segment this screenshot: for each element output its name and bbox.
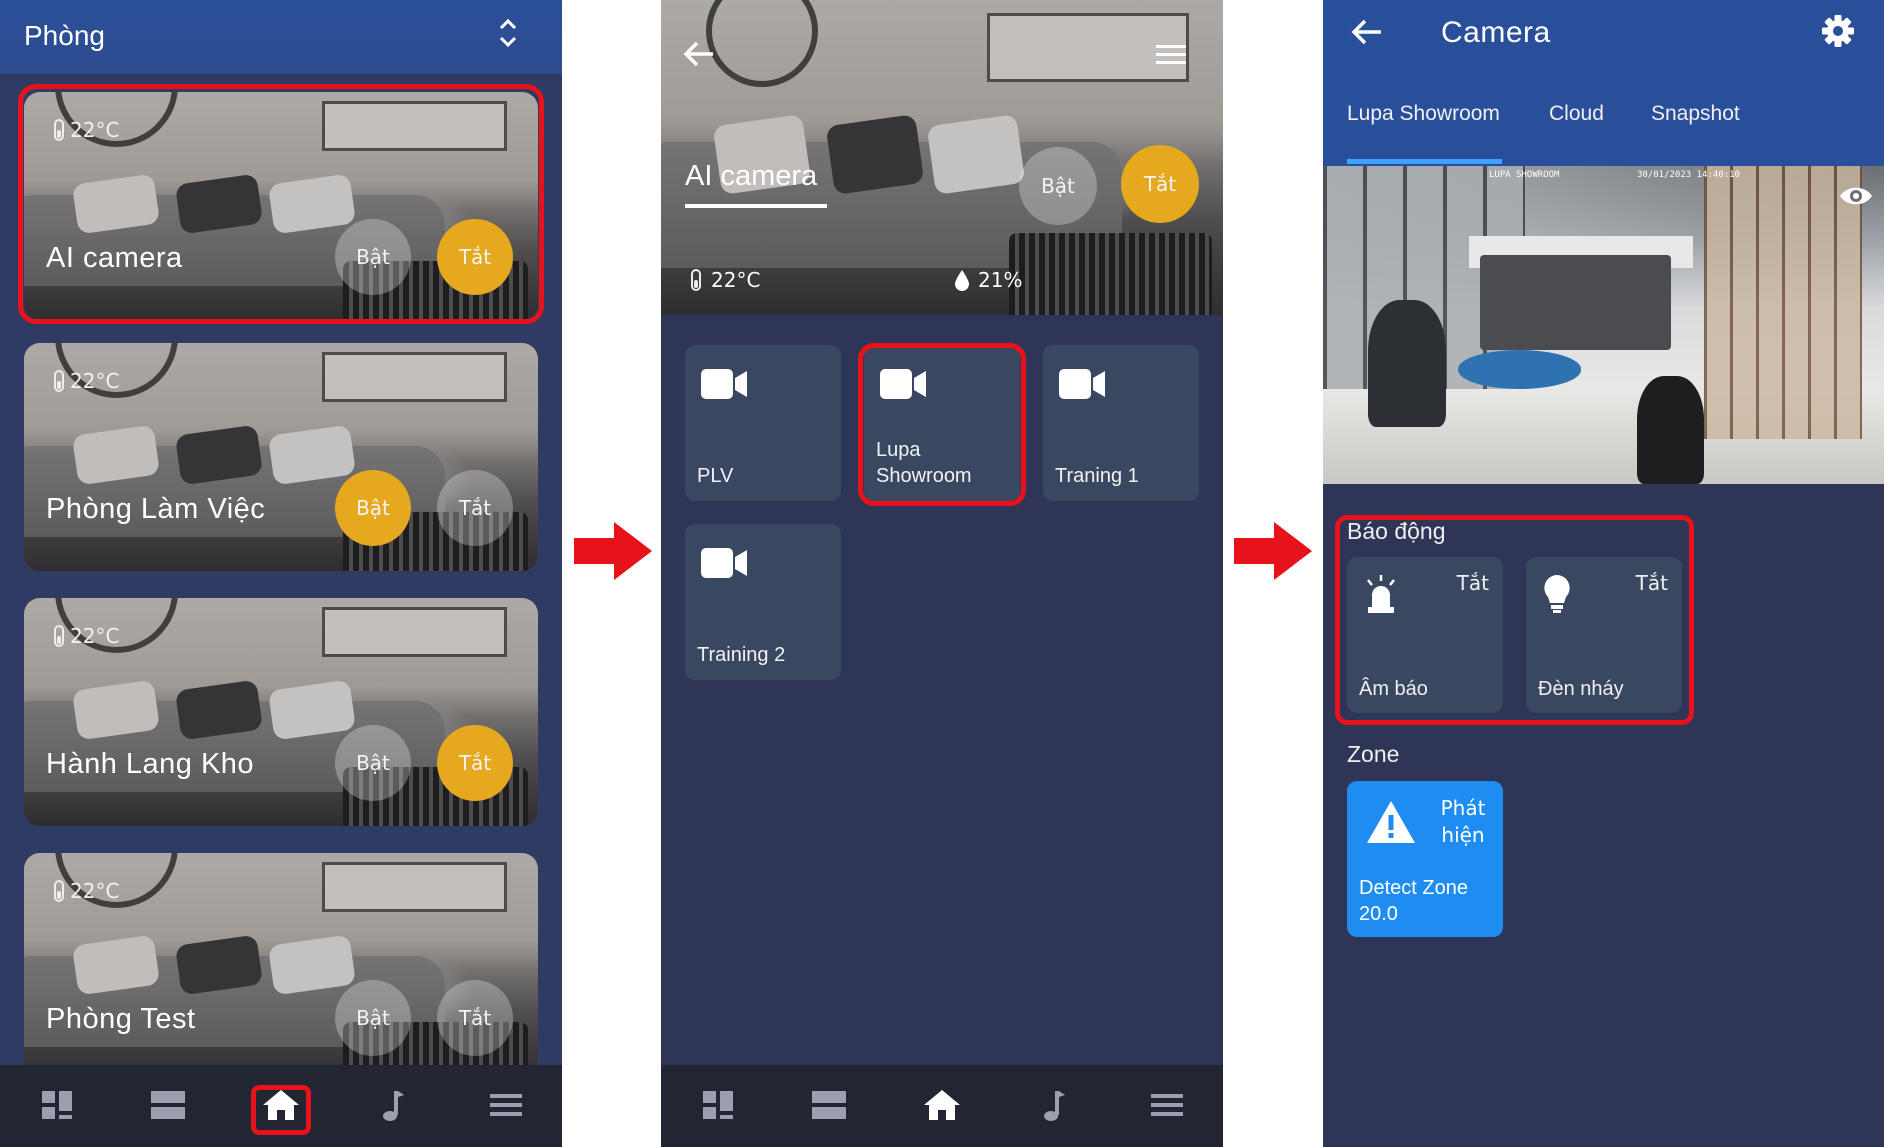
gear-icon[interactable] xyxy=(1821,14,1855,48)
rooms-header: Phòng xyxy=(0,0,562,74)
turn-off-button[interactable]: Tắt xyxy=(437,725,513,801)
turn-on-button[interactable]: Bật xyxy=(1019,147,1097,225)
thermometer-icon xyxy=(54,625,64,647)
eye-icon[interactable] xyxy=(1839,184,1873,208)
video-camera-icon xyxy=(1059,369,1105,399)
tab-cloud[interactable]: Cloud xyxy=(1549,102,1604,126)
thermometer-icon xyxy=(54,880,64,902)
zone-tile-detect-zone[interactable]: Phát hiện Detect Zone 20.0 xyxy=(1347,781,1503,937)
room-humidity: 21% xyxy=(954,268,1022,292)
sort-icon[interactable] xyxy=(497,16,519,50)
room-card-phong-lam-viec[interactable]: 22°C Phòng Làm Việc Bật Tắt xyxy=(24,343,538,571)
feed-camera-label: LUPA SHOWROOM xyxy=(1489,170,1560,180)
menu-icon[interactable] xyxy=(486,1087,526,1123)
camera-screen: Camera Lupa Showroom Cloud Snapshot LUPA… xyxy=(1323,0,1884,1147)
room-temperature: 22°C xyxy=(54,118,119,142)
alarm-name: Đèn nháy xyxy=(1538,678,1624,700)
turn-on-button[interactable]: Bật xyxy=(335,470,411,546)
room-temperature: 22°C xyxy=(691,268,760,292)
camera-tile-training-2[interactable]: Training 2 xyxy=(685,524,841,680)
video-camera-icon xyxy=(701,369,747,399)
alarm-section-title: Báo động xyxy=(1347,518,1446,544)
camera-name: Lupa Showroom xyxy=(876,439,972,487)
turn-off-button[interactable]: Tắt xyxy=(437,470,513,546)
alarm-state: Tắt xyxy=(1635,571,1668,595)
warning-icon xyxy=(1367,801,1415,843)
bottom-nav xyxy=(661,1065,1223,1147)
turn-off-button[interactable]: Tắt xyxy=(437,980,513,1056)
page-title: Phòng xyxy=(24,20,105,51)
room-card-hanh-lang-kho[interactable]: 22°C Hành Lang Kho Bật Tắt xyxy=(24,598,538,826)
alarm-name: Âm báo xyxy=(1359,678,1428,700)
turn-on-button[interactable]: Bật xyxy=(335,219,411,295)
home-icon[interactable] xyxy=(261,1087,301,1123)
turn-off-button[interactable]: Tắt xyxy=(1121,145,1199,223)
back-arrow-icon[interactable] xyxy=(683,40,715,68)
list-icon[interactable] xyxy=(809,1087,849,1123)
home-icon[interactable] xyxy=(922,1087,962,1123)
droplet-icon xyxy=(955,270,969,291)
video-camera-icon xyxy=(880,369,926,399)
turn-on-button[interactable]: Bật xyxy=(335,725,411,801)
music-icon[interactable] xyxy=(373,1087,413,1123)
thermometer-icon xyxy=(54,119,64,141)
bulb-icon xyxy=(1544,575,1570,613)
camera-header: Camera Lupa Showroom Cloud Snapshot xyxy=(1323,0,1884,166)
room-detail-screen: AI camera Bật Tắt 22°C 21% PLV Lupa Show… xyxy=(661,0,1223,1147)
siren-icon xyxy=(1367,575,1395,613)
room-name: AI camera xyxy=(685,160,818,192)
list-icon[interactable] xyxy=(148,1087,188,1123)
thermometer-icon xyxy=(691,269,701,291)
room-name: Hành Lang Kho xyxy=(46,748,255,780)
flow-arrow-icon xyxy=(574,522,652,580)
zone-name: Detect Zone 20.0 xyxy=(1359,877,1468,925)
dashboard-icon[interactable] xyxy=(698,1087,738,1123)
dashboard-icon[interactable] xyxy=(37,1087,77,1123)
camera-tile-traning-1[interactable]: Traning 1 xyxy=(1043,345,1199,501)
room-hero: AI camera Bật Tắt 22°C 21% xyxy=(661,0,1223,315)
rooms-screen: Phòng 22°C AI camera Bật Tắt 22°C Phòng … xyxy=(0,0,562,1147)
room-card-ai-camera[interactable]: 22°C AI camera Bật Tắt xyxy=(24,92,538,320)
alarm-tile-am-bao[interactable]: Tắt Âm báo xyxy=(1347,557,1503,713)
active-tab-indicator xyxy=(1347,159,1502,164)
alarm-state: Tắt xyxy=(1456,571,1489,595)
zone-state: Phát hiện xyxy=(1440,796,1486,847)
camera-name: Traning 1 xyxy=(1055,465,1139,487)
page-title: Camera xyxy=(1441,16,1551,49)
camera-tile-plv[interactable]: PLV xyxy=(685,345,841,501)
camera-tile-lupa-showroom[interactable]: Lupa Showroom xyxy=(864,345,1020,501)
camera-name: Training 2 xyxy=(697,644,786,666)
room-temperature: 22°C xyxy=(54,879,119,903)
flow-arrow-icon xyxy=(1234,522,1312,580)
menu-icon[interactable] xyxy=(1147,1087,1187,1123)
alarm-tile-den-nhay[interactable]: Tắt Đèn nháy xyxy=(1526,557,1682,713)
room-name: Phòng Làm Việc xyxy=(46,493,266,525)
room-card-phong-test[interactable]: 22°C Phòng Test Bật Tắt xyxy=(24,853,538,1081)
zone-section-title: Zone xyxy=(1347,741,1400,767)
turn-on-button[interactable]: Bật xyxy=(335,980,411,1056)
back-arrow-icon[interactable] xyxy=(1351,18,1383,46)
room-temperature: 22°C xyxy=(54,624,119,648)
feed-timestamp: 30/01/2023 14:40:10 xyxy=(1637,170,1740,180)
room-name: AI camera xyxy=(46,242,183,274)
room-temperature: 22°C xyxy=(54,369,119,393)
room-name-underline xyxy=(685,204,827,208)
tab-lupa-showroom[interactable]: Lupa Showroom xyxy=(1347,102,1500,126)
camera-live-feed[interactable]: LUPA SHOWROOM 30/01/2023 14:40:10 xyxy=(1323,166,1884,484)
camera-name: PLV xyxy=(697,465,734,487)
thermometer-icon xyxy=(54,370,64,392)
tab-snapshot[interactable]: Snapshot xyxy=(1651,102,1740,126)
room-name: Phòng Test xyxy=(46,1003,196,1035)
video-camera-icon xyxy=(701,548,747,578)
bottom-nav xyxy=(0,1065,562,1147)
hamburger-menu-icon[interactable] xyxy=(1156,44,1186,66)
turn-off-button[interactable]: Tắt xyxy=(437,219,513,295)
music-icon[interactable] xyxy=(1034,1087,1074,1123)
